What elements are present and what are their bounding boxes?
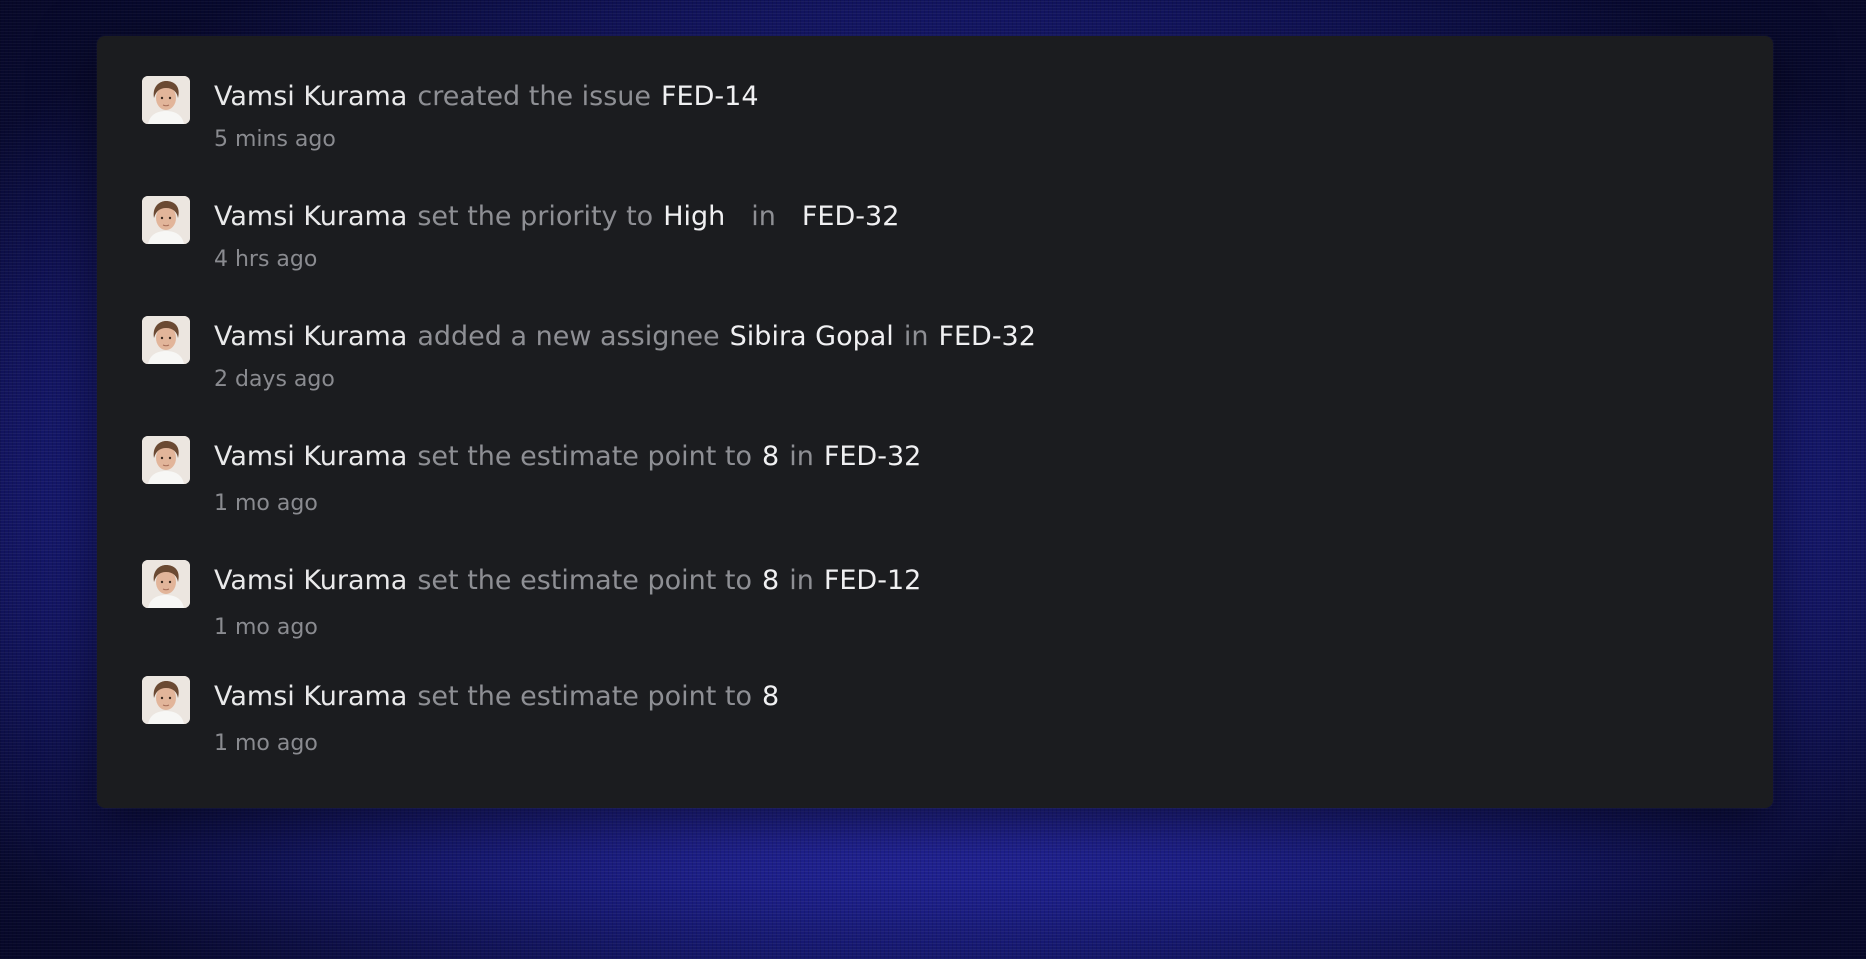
issue-link[interactable]: FED-32	[938, 321, 1035, 352]
activity-timestamp: 5 mins ago	[214, 127, 336, 152]
actor-name[interactable]: Vamsi Kurama	[214, 441, 407, 472]
activity-item: Vamsi Kurama set the priority to High in FED…	[142, 196, 1733, 276]
activity-verb: in	[789, 565, 814, 596]
activity-feed-card: Vamsi Kurama created the issue FED-14 5 mi…	[97, 36, 1773, 808]
activity-verb: in	[903, 321, 929, 352]
activity-verb: set the priority to	[417, 201, 654, 232]
actor-name[interactable]: Vamsi Kurama	[214, 681, 407, 712]
activity-item: Vamsi Kurama set the estimate point to 8 1…	[142, 676, 1733, 756]
activity-item: Vamsi Kurama added a new assignee Sibira G…	[142, 316, 1733, 396]
activity-verb: in	[789, 441, 814, 472]
activity-timestamp: 1 mo ago	[214, 491, 318, 516]
activity-text: Vamsi Kurama set the estimate point to 8	[214, 680, 779, 714]
actor-name[interactable]: Vamsi Kurama	[214, 81, 407, 112]
activity-text: Vamsi Kurama set the estimate point to 8 in…	[214, 440, 921, 474]
activity-verb: added a new assignee	[417, 321, 720, 352]
user-avatar-icon[interactable]	[142, 196, 190, 244]
user-avatar-icon[interactable]	[142, 560, 190, 608]
issue-link[interactable]: FED-32	[802, 201, 899, 232]
priority-value: High	[663, 201, 726, 232]
actor-name[interactable]: Vamsi Kurama	[214, 565, 407, 596]
activity-text: Vamsi Kurama added a new assignee Sibira G…	[214, 320, 1036, 354]
activity-verb: set the estimate point to	[417, 681, 753, 712]
activity-timestamp: 2 days ago	[214, 367, 335, 392]
issue-link[interactable]: FED-32	[824, 441, 921, 472]
activity-timestamp: 1 mo ago	[214, 615, 318, 640]
estimate-value: 8	[762, 441, 780, 472]
activity-verb: created the issue	[417, 81, 652, 112]
estimate-value: 8	[762, 681, 780, 712]
activity-text: Vamsi Kurama set the priority to High in FED…	[214, 200, 899, 234]
estimate-value: 8	[762, 565, 780, 596]
issue-link[interactable]: FED-12	[824, 565, 921, 596]
actor-name[interactable]: Vamsi Kurama	[214, 201, 407, 232]
assignee-name[interactable]: Sibira Gopal	[730, 321, 894, 352]
activity-item: Vamsi Kurama set the estimate point to 8 in…	[142, 436, 1733, 516]
activity-timestamp: 1 mo ago	[214, 731, 318, 756]
user-avatar-icon[interactable]	[142, 676, 190, 724]
user-avatar-icon[interactable]	[142, 76, 190, 124]
activity-item: Vamsi Kurama created the issue FED-14 5 mi…	[142, 76, 1733, 156]
activity-text: Vamsi Kurama set the estimate point to 8 in…	[214, 564, 921, 598]
activity-item: Vamsi Kurama set the estimate point to 8 in…	[142, 560, 1733, 640]
activity-verb: set the estimate point to	[417, 441, 753, 472]
actor-name[interactable]: Vamsi Kurama	[214, 321, 407, 352]
user-avatar-icon[interactable]	[142, 316, 190, 364]
user-avatar-icon[interactable]	[142, 436, 190, 484]
activity-verb: set the estimate point to	[417, 565, 753, 596]
issue-link[interactable]: FED-14	[661, 81, 758, 112]
activity-verb: in	[751, 201, 776, 232]
activity-timestamp: 4 hrs ago	[214, 247, 318, 272]
activity-text: Vamsi Kurama created the issue FED-14	[214, 80, 759, 114]
